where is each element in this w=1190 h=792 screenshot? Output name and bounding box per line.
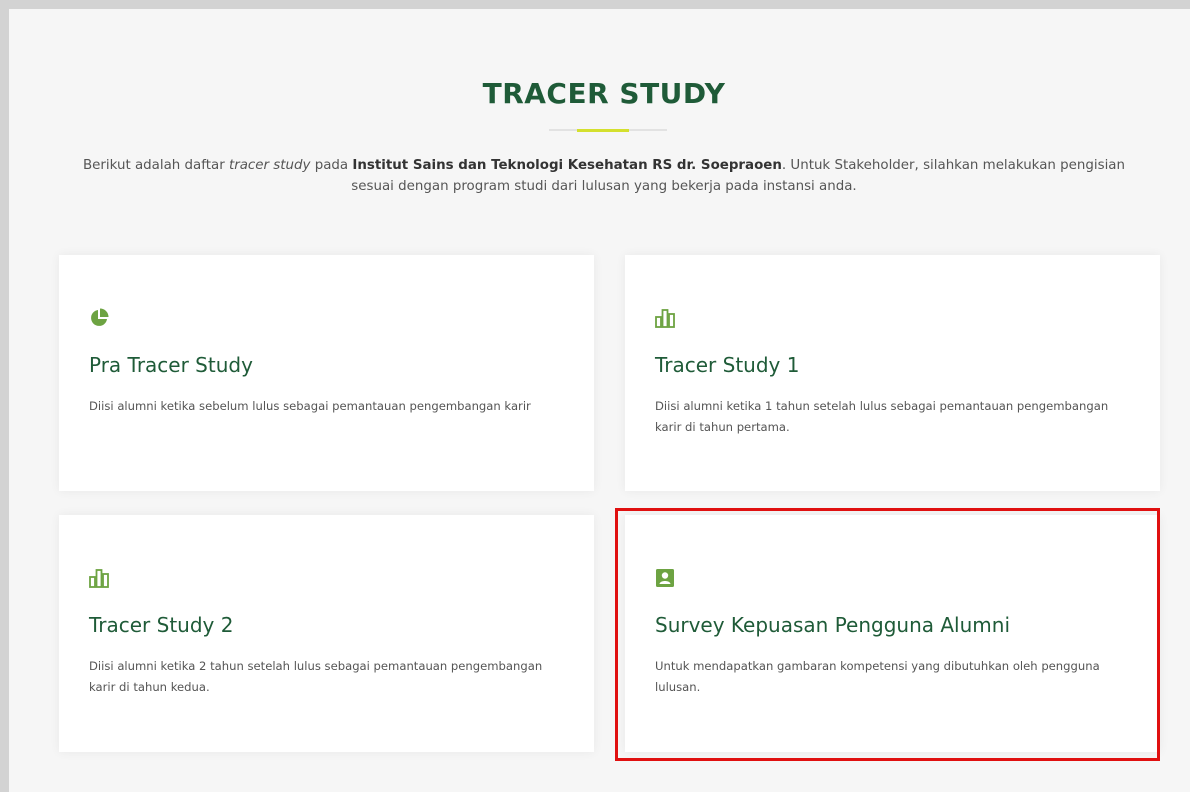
pie-chart-icon bbox=[91, 308, 109, 326]
card-survey-kepuasan-pengguna-alumni[interactable]: Survey Kepuasan Pengguna Alumni Untuk me… bbox=[625, 515, 1160, 752]
page-frame: TRACER STUDY Berikut adalah daftar trace… bbox=[0, 0, 1190, 792]
bar-chart-icon bbox=[655, 309, 675, 328]
person-square-icon bbox=[656, 569, 674, 587]
card-description: Diisi alumni ketika sebelum lulus sebaga… bbox=[89, 399, 531, 413]
bar-chart-icon bbox=[89, 569, 109, 588]
page-title: TRACER STUDY bbox=[482, 77, 726, 110]
card-description: Diisi alumni ketika 1 tahun setelah lulu… bbox=[655, 399, 1109, 434]
title-divider-accent bbox=[577, 129, 629, 132]
intro-text: Berikut adalah daftar tracer study pada … bbox=[69, 155, 1139, 197]
intro-italic: tracer study bbox=[228, 158, 311, 173]
card-title: Tracer Study 1 bbox=[655, 353, 800, 377]
card-description: Untuk mendapatkan gambaran kompetensi ya… bbox=[655, 659, 1100, 694]
card-description: Diisi alumni ketika 2 tahun setelah lulu… bbox=[89, 659, 543, 694]
card-title: Pra Tracer Study bbox=[89, 353, 253, 377]
intro-text-part: Berikut adalah daftar bbox=[82, 158, 229, 173]
card-tracer-study-2[interactable]: Tracer Study 2 Diisi alumni ketika 2 tah… bbox=[59, 515, 594, 752]
card-title: Tracer Study 2 bbox=[89, 613, 234, 637]
institution-name: Institut Sains dan Teknologi Kesehatan R… bbox=[352, 158, 782, 173]
card-tracer-study-1[interactable]: Tracer Study 1 Diisi alumni ketika 1 tah… bbox=[625, 255, 1160, 491]
card-pra-tracer-study[interactable]: Pra Tracer Study Diisi alumni ketika seb… bbox=[59, 255, 594, 491]
intro-text-part: pada bbox=[310, 158, 353, 173]
card-title: Survey Kepuasan Pengguna Alumni bbox=[655, 613, 1010, 637]
